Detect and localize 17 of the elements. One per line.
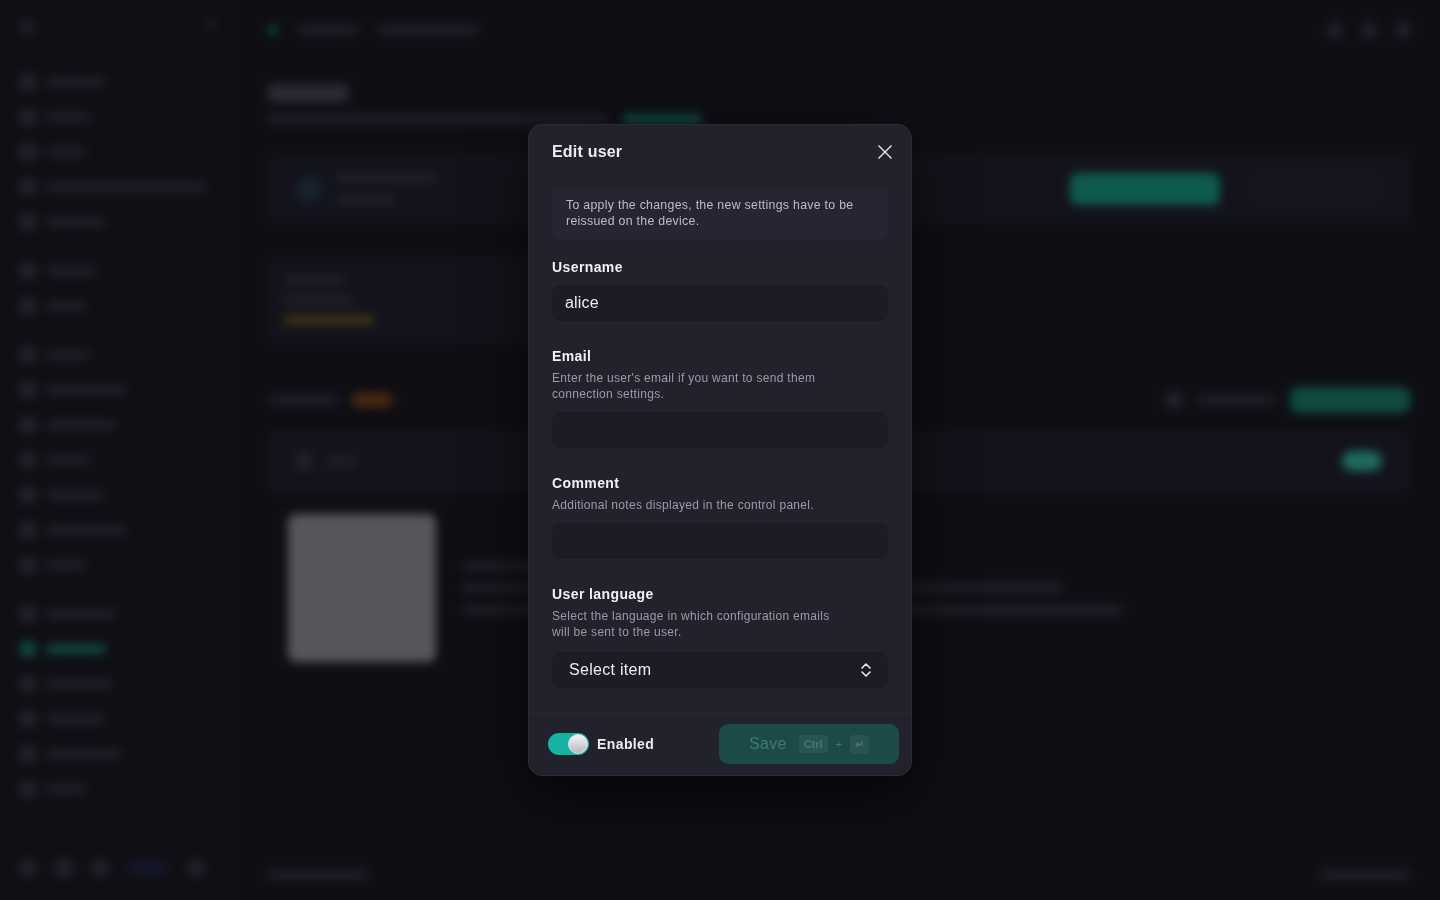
- close-icon: [878, 145, 892, 159]
- text-input-field[interactable]: alice: [552, 285, 888, 321]
- field-label: Username: [552, 258, 624, 276]
- field-label: Comment: [552, 474, 621, 492]
- field-label: Email: [552, 347, 593, 365]
- shortcut-key: ↵: [850, 734, 870, 754]
- field-label: User language: [552, 585, 655, 603]
- up-down-chevron-icon: [861, 662, 871, 678]
- dialog-title: Edit user: [552, 142, 623, 162]
- field-description: Select the language in which configuration emails will be sent to the user.: [552, 608, 831, 640]
- toggle-switch[interactable]: [548, 733, 589, 755]
- notice-text: To apply the changes, the new settings have to be reissued on the device.: [552, 188, 888, 240]
- field-description: Additional notes displayed in the control panel.: [552, 497, 815, 513]
- field-description: Enter the user's email if you want to send them connection settings.: [552, 370, 817, 402]
- toggle-label: Enabled: [597, 736, 655, 752]
- select-field[interactable]: Select item: [552, 652, 888, 688]
- shortcut-plus: +: [835, 738, 843, 750]
